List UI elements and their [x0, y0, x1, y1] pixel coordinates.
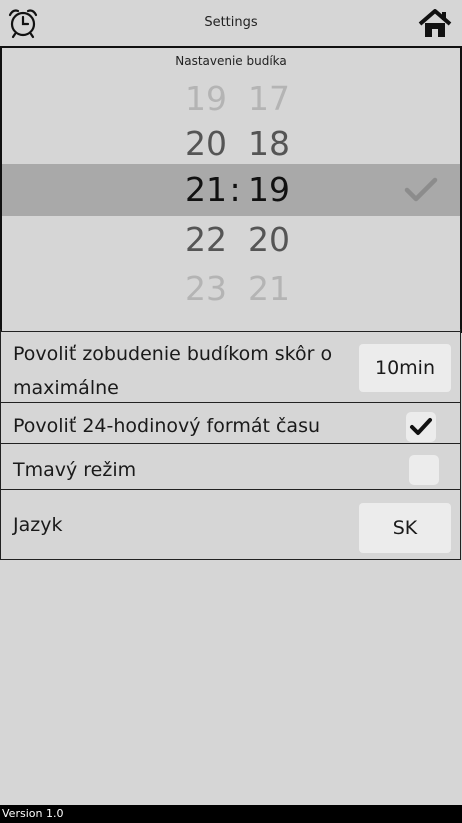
picker-row-selected[interactable]: 21 : 19 [2, 167, 460, 213]
format-24h-checkbox[interactable] [406, 412, 436, 442]
hour-value[interactable]: 20 [173, 121, 227, 167]
dark-mode-label: Tmavý režim [13, 459, 137, 481]
setting-dark-mode: Tmavý režim [0, 443, 460, 489]
setting-early-wake: Povoliť zobudenie budíkom skôr o maximál… [0, 331, 460, 402]
minute-value[interactable]: 21 [248, 266, 302, 312]
version-footer: Version 1.0 [0, 805, 462, 823]
early-wake-value-button[interactable]: 10min [359, 344, 451, 392]
hour-value[interactable]: 19 [173, 76, 227, 122]
selected-hour[interactable]: 21 [173, 167, 227, 213]
hour-value[interactable]: 23 [173, 266, 227, 312]
early-wake-label-line2: maximálne [13, 377, 119, 399]
language-value-button[interactable]: SK [359, 503, 451, 553]
language-label: Jazyk [13, 514, 63, 536]
minute-value[interactable]: 18 [248, 121, 302, 167]
picker-caption: Nastavenie budíka [175, 54, 287, 68]
confirm-check-icon[interactable] [404, 175, 438, 205]
setting-language: Jazyk SK [0, 489, 460, 560]
selected-minute[interactable]: 19 [248, 167, 302, 213]
format-24h-label: Povoliť 24-hodinový formát času [13, 415, 321, 437]
picker-row[interactable]: 23 21 [2, 266, 460, 312]
picker-row[interactable]: 22 20 [2, 217, 460, 263]
minute-value[interactable]: 17 [248, 76, 302, 122]
list-bottom-divider [0, 559, 460, 560]
page-title: Settings [204, 15, 258, 30]
time-separator: : [229, 170, 241, 209]
top-bar: Settings [0, 0, 462, 46]
picker-row[interactable]: 20 18 [2, 121, 460, 167]
list-right-border [460, 329, 461, 560]
setting-24h-format: Povoliť 24-hodinový formát času [0, 402, 460, 443]
list-left-border [0, 329, 1, 560]
home-icon[interactable] [418, 9, 452, 43]
dark-mode-checkbox[interactable] [409, 455, 439, 485]
alarm-time-picker[interactable]: Nastavenie budíka 19 17 20 18 21 : 19 22… [0, 46, 462, 333]
early-wake-label-line1: Povoliť zobudenie budíkom skôr o [13, 343, 333, 365]
picker-row[interactable]: 19 17 [2, 76, 460, 122]
hour-value[interactable]: 22 [173, 217, 227, 263]
minute-value[interactable]: 20 [248, 217, 302, 263]
